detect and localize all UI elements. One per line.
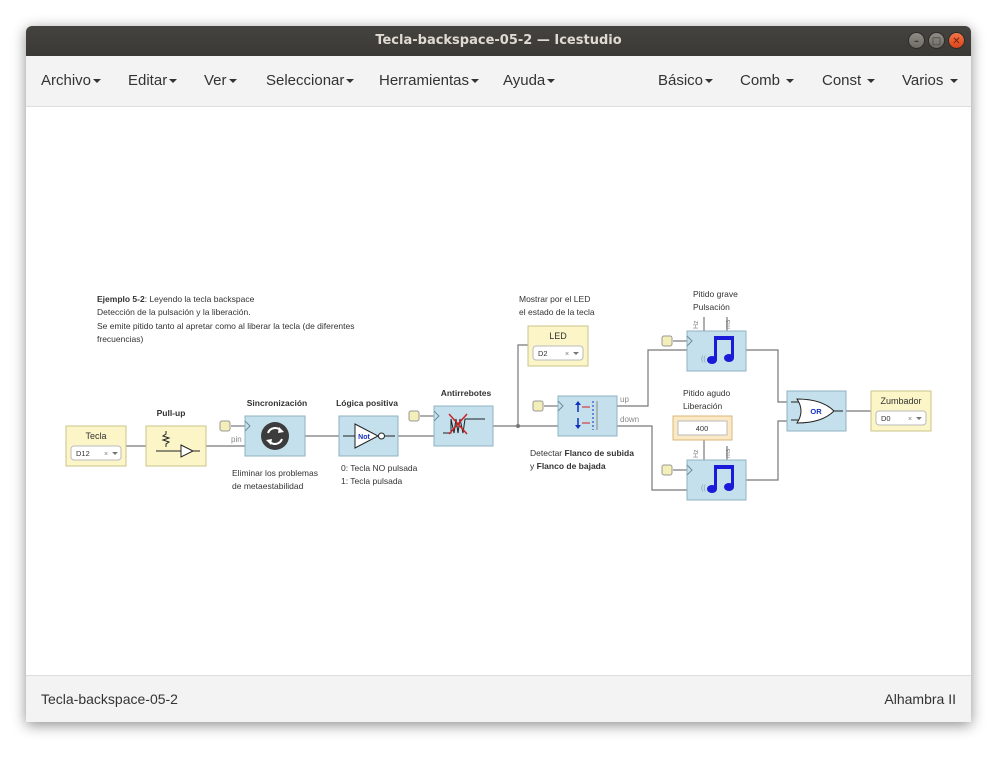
- caret-down-icon: [93, 79, 102, 84]
- led-label: LED: [549, 331, 567, 341]
- sync-title: Sincronización: [247, 398, 307, 408]
- sync-block[interactable]: Sincronización: [244, 398, 307, 457]
- logic-note-2: 1: Tecla pulsada: [341, 476, 403, 486]
- pullup-title: Pull-up: [157, 408, 186, 418]
- caret-down-icon: [949, 79, 958, 84]
- edge-up-label: up: [620, 395, 629, 404]
- edge-note-2: y Flanco de bajada: [530, 461, 606, 471]
- zumbador-pin[interactable]: D0: [881, 414, 891, 423]
- caret-down-icon: [867, 79, 876, 84]
- title-bar: Tecla-backspace-05-2 — Icestudio – □ ✕: [26, 26, 971, 56]
- clear-icon[interactable]: ×: [104, 451, 108, 458]
- ms-label: ms: [725, 448, 732, 458]
- hz-label: Hz: [693, 449, 700, 458]
- debounce-title: Antirrebotes: [441, 388, 492, 398]
- tone-grave-block[interactable]: Hz ms ((: [686, 319, 747, 372]
- caret-down-icon: [346, 79, 355, 84]
- maximize-button[interactable]: □: [928, 32, 945, 49]
- ms-label: ms: [725, 319, 732, 329]
- agudo-note-2: Liberación: [683, 401, 722, 411]
- sync-icon: [261, 422, 289, 450]
- close-button[interactable]: ✕: [948, 32, 965, 49]
- note-line3: Se emite pitido tanto al apretar como al…: [97, 321, 355, 331]
- caret-down-icon: [228, 79, 237, 84]
- caret-down-icon: [471, 79, 480, 84]
- logic-note: 0: Tecla NO pulsada: [341, 463, 418, 473]
- clear-icon[interactable]: ×: [908, 416, 912, 423]
- caret-down-icon: [169, 79, 178, 84]
- sync-note: Eliminar los problemas: [232, 468, 318, 478]
- note-line2: Detección de la pulsación y la liberació…: [97, 307, 251, 317]
- wires: [126, 317, 871, 491]
- speaker-icon: ((: [701, 356, 706, 363]
- status-bar: Tecla-backspace-05-2 Alhambra II: [26, 675, 971, 722]
- led-note: Mostrar por el LED: [519, 294, 590, 304]
- hz-label: Hz: [693, 320, 700, 329]
- edge-note: Detectar Flanco de subida: [530, 448, 634, 458]
- caret-down-icon: [705, 79, 714, 84]
- grave-note: Pitido grave: [693, 289, 738, 299]
- sync-note-2: de metaestabilidad: [232, 481, 304, 491]
- tone-agudo-block[interactable]: Hz ms ((: [686, 448, 747, 501]
- menu-ver[interactable]: Ver: [204, 56, 237, 106]
- edge-detector-block[interactable]: up down: [557, 395, 639, 437]
- not-title: Lógica positiva: [336, 398, 398, 408]
- window-title: Tecla-backspace-05-2 — Icestudio: [375, 33, 622, 48]
- minimize-button[interactable]: –: [908, 32, 925, 49]
- caret-down-icon: [786, 79, 795, 84]
- constant-block[interactable]: 400: [672, 415, 733, 441]
- input-tecla-label: Tecla: [85, 431, 106, 441]
- menu-basico[interactable]: Básico: [658, 56, 714, 106]
- status-board[interactable]: Alhambra II: [884, 676, 956, 722]
- design-canvas[interactable]: Ejemplo 5-2: Leyendo la tecla backspace …: [26, 107, 971, 675]
- input-tecla-pin[interactable]: D12: [76, 449, 90, 458]
- menu-seleccionar[interactable]: Seleccionar: [266, 56, 355, 106]
- not-gate-block[interactable]: Lógica positiva Not: [336, 398, 399, 457]
- or-label: OR: [810, 407, 822, 416]
- menu-ayuda[interactable]: Ayuda: [503, 56, 556, 106]
- input-tecla-block[interactable]: Tecla D12 ×: [65, 425, 127, 467]
- caret-down-icon: [547, 79, 556, 84]
- menu-editar[interactable]: Editar: [128, 56, 178, 106]
- menu-comb[interactable]: Comb: [740, 56, 795, 106]
- pullup-block[interactable]: Pull-up pin: [145, 408, 242, 467]
- menu-archivo[interactable]: Archivo: [41, 56, 102, 106]
- menu-varios[interactable]: Varios: [902, 56, 958, 106]
- output-led-block[interactable]: LED D2 ×: [527, 325, 589, 367]
- zumbador-label: Zumbador: [880, 396, 921, 406]
- grave-note-2: Pulsación: [693, 302, 730, 312]
- output-zumbador-block[interactable]: Zumbador D0 ×: [870, 390, 932, 432]
- wire-junction: [516, 424, 520, 428]
- not-label: Not: [358, 434, 370, 441]
- app-window: Tecla-backspace-05-2 — Icestudio – □ ✕ A…: [26, 26, 971, 722]
- menu-bar: Archivo Editar Ver Seleccionar Herramien…: [26, 56, 971, 107]
- status-filename: Tecla-backspace-05-2: [41, 691, 178, 707]
- edge-down-label: down: [620, 415, 639, 424]
- note-line4: frecuencias): [97, 334, 143, 344]
- led-note-2: el estado de la tecla: [519, 307, 595, 317]
- pin-label: pin: [231, 435, 242, 444]
- menu-herramientas[interactable]: Herramientas: [379, 56, 480, 106]
- led-pin[interactable]: D2: [538, 349, 548, 358]
- or-gate-block[interactable]: OR: [786, 390, 847, 432]
- menu-const[interactable]: Const: [822, 56, 876, 106]
- circuit-diagram: Ejemplo 5-2: Leyendo la tecla backspace …: [65, 289, 932, 501]
- agudo-note: Pitido agudo: [683, 388, 731, 398]
- speaker-icon: ((: [701, 485, 706, 492]
- clear-icon[interactable]: ×: [565, 351, 569, 358]
- debounce-block[interactable]: Antirrebotes: [433, 388, 494, 447]
- constant-value[interactable]: 400: [696, 424, 709, 433]
- example-note: Ejemplo 5-2: Leyendo la tecla backspace: [97, 294, 255, 304]
